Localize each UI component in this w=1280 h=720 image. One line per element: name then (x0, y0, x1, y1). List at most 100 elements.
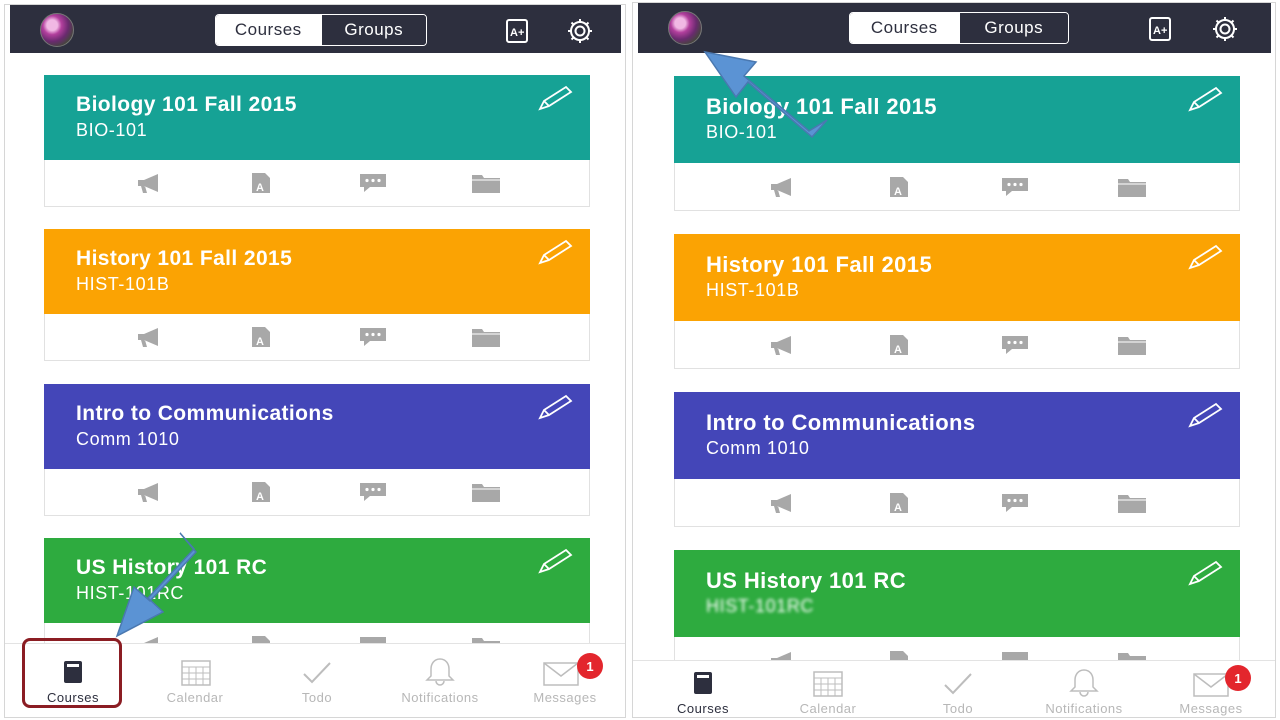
messages-badge: 1 (1225, 665, 1251, 691)
tab-notifications[interactable]: Notifications (385, 644, 495, 714)
edit-icon[interactable] (536, 548, 574, 576)
files-icon[interactable] (1117, 492, 1147, 514)
edit-icon[interactable] (536, 85, 574, 113)
course-card[interactable]: Biology 101 Fall 2015 BIO-101 A (44, 75, 590, 207)
user-avatar[interactable] (40, 13, 74, 47)
assignments-icon[interactable]: A (884, 176, 914, 198)
course-name: US History 101 RC (706, 568, 906, 593)
course-code: BIO-101 (706, 122, 778, 142)
assignments-icon[interactable]: A (246, 172, 276, 194)
tab-todo[interactable]: Todo (908, 661, 1008, 717)
tab-label: Calendar (166, 690, 224, 705)
tab-label: Todo (301, 690, 333, 705)
tab-courses[interactable]: Courses (653, 661, 753, 717)
courses-groups-toggle: Courses Groups (849, 12, 1069, 44)
notifications-icon (1069, 669, 1099, 697)
tab-messages[interactable]: 1 Messages (1161, 661, 1261, 717)
course-card-header[interactable]: US History 101 RC HIST-101RC (44, 538, 590, 623)
notifications-icon (425, 658, 455, 686)
course-card[interactable]: Intro to Communications Comm 1010 A (674, 392, 1240, 527)
files-icon[interactable] (471, 172, 501, 194)
files-icon[interactable] (471, 326, 501, 348)
svg-text:A: A (894, 344, 902, 356)
announcements-icon[interactable] (135, 481, 165, 503)
assignments-icon[interactable]: A (246, 326, 276, 348)
tab-notifications[interactable]: Notifications (1026, 661, 1142, 717)
tutorial-screenshot: Courses Groups A+ Biology 101 Fall 2015 … (0, 0, 1280, 720)
course-card[interactable]: Biology 101 Fall 2015 BIO-101 A (674, 76, 1240, 211)
tab-calendar[interactable]: Calendar (778, 661, 878, 717)
course-card-header[interactable]: History 101 Fall 2015 HIST-101B (674, 234, 1240, 321)
edit-icon[interactable] (1186, 86, 1224, 114)
discussions-icon[interactable] (1000, 334, 1030, 356)
assignments-icon[interactable]: A (884, 492, 914, 514)
files-icon[interactable] (471, 481, 501, 503)
assignments-icon[interactable]: A (246, 481, 276, 503)
edit-icon[interactable] (1186, 560, 1224, 588)
course-card-actions: A (44, 469, 590, 516)
tab-messages[interactable]: 1 Messages (515, 644, 615, 714)
discussions-icon[interactable] (1000, 492, 1030, 514)
announcements-icon[interactable] (135, 326, 165, 348)
course-card[interactable]: History 101 Fall 2015 HIST-101B A (44, 229, 590, 361)
course-name: Biology 101 Fall 2015 (706, 94, 937, 119)
assignments-icon[interactable]: A (884, 334, 914, 356)
courses-segment[interactable]: Courses (216, 15, 321, 45)
discussions-icon[interactable] (358, 326, 388, 348)
svg-text:A+: A+ (510, 27, 524, 39)
files-icon[interactable] (1117, 176, 1147, 198)
discussions-icon[interactable] (358, 172, 388, 194)
course-card-actions: A (674, 321, 1240, 369)
gear-icon[interactable] (566, 17, 594, 45)
course-card-header[interactable]: Biology 101 Fall 2015 BIO-101 (674, 76, 1240, 163)
edit-icon[interactable] (536, 394, 574, 422)
course-name: History 101 Fall 2015 (706, 252, 933, 277)
gear-icon[interactable] (1211, 15, 1239, 43)
tab-label: Calendar (799, 701, 857, 716)
left-phone-screen: Courses Groups A+ Biology 101 Fall 2015 … (4, 4, 626, 718)
groups-segment[interactable]: Groups (958, 13, 1068, 43)
tab-todo[interactable]: Todo (267, 644, 367, 714)
course-card-header[interactable]: Biology 101 Fall 2015 BIO-101 (44, 75, 590, 160)
top-navigation-bar: Courses Groups A+ (638, 3, 1271, 53)
course-card[interactable]: Intro to Communications Comm 1010 A (44, 384, 590, 516)
calendar-icon (813, 671, 843, 697)
grades-icon[interactable]: A+ (503, 17, 531, 45)
svg-text:A: A (894, 502, 902, 514)
tab-calendar[interactable]: Calendar (145, 644, 245, 714)
course-code: Comm 1010 (706, 438, 810, 458)
course-card-actions: A (44, 160, 590, 207)
course-card-header[interactable]: History 101 Fall 2015 HIST-101B (44, 229, 590, 314)
course-name: US History 101 RC (76, 556, 268, 579)
svg-text:A: A (256, 336, 264, 348)
messages-badge: 1 (577, 653, 603, 679)
files-icon[interactable] (1117, 334, 1147, 356)
course-code: HIST-101RC (706, 596, 815, 616)
course-card-header[interactable]: Intro to Communications Comm 1010 (44, 384, 590, 469)
edit-icon[interactable] (1186, 244, 1224, 272)
grades-icon[interactable]: A+ (1146, 15, 1174, 43)
edit-icon[interactable] (536, 239, 574, 267)
bottom-tab-bar: Courses Calendar Todo Notifications 1 Me… (633, 660, 1275, 717)
announcements-icon[interactable] (768, 176, 798, 198)
course-card-header[interactable]: US History 101 RC HIST-101RC (674, 550, 1240, 637)
course-code: Comm 1010 (76, 429, 180, 449)
course-card-header[interactable]: Intro to Communications Comm 1010 (674, 392, 1240, 479)
groups-segment[interactable]: Groups (320, 15, 426, 45)
courses-segment[interactable]: Courses (850, 13, 959, 43)
discussions-icon[interactable] (1000, 176, 1030, 198)
courses-tab-highlight (22, 638, 122, 708)
announcements-icon[interactable] (135, 172, 165, 194)
edit-icon[interactable] (1186, 402, 1224, 430)
tab-label: Messages (533, 690, 597, 705)
course-name: Intro to Communications (706, 410, 976, 435)
todo-icon (944, 673, 972, 695)
course-card[interactable]: History 101 Fall 2015 HIST-101B A (674, 234, 1240, 369)
announcements-icon[interactable] (768, 492, 798, 514)
user-avatar[interactable] (668, 11, 702, 45)
discussions-icon[interactable] (358, 481, 388, 503)
course-code: HIST-101B (76, 274, 170, 294)
announcements-icon[interactable] (768, 334, 798, 356)
course-card-actions: A (674, 479, 1240, 527)
courses-groups-toggle: Courses Groups (215, 14, 427, 46)
